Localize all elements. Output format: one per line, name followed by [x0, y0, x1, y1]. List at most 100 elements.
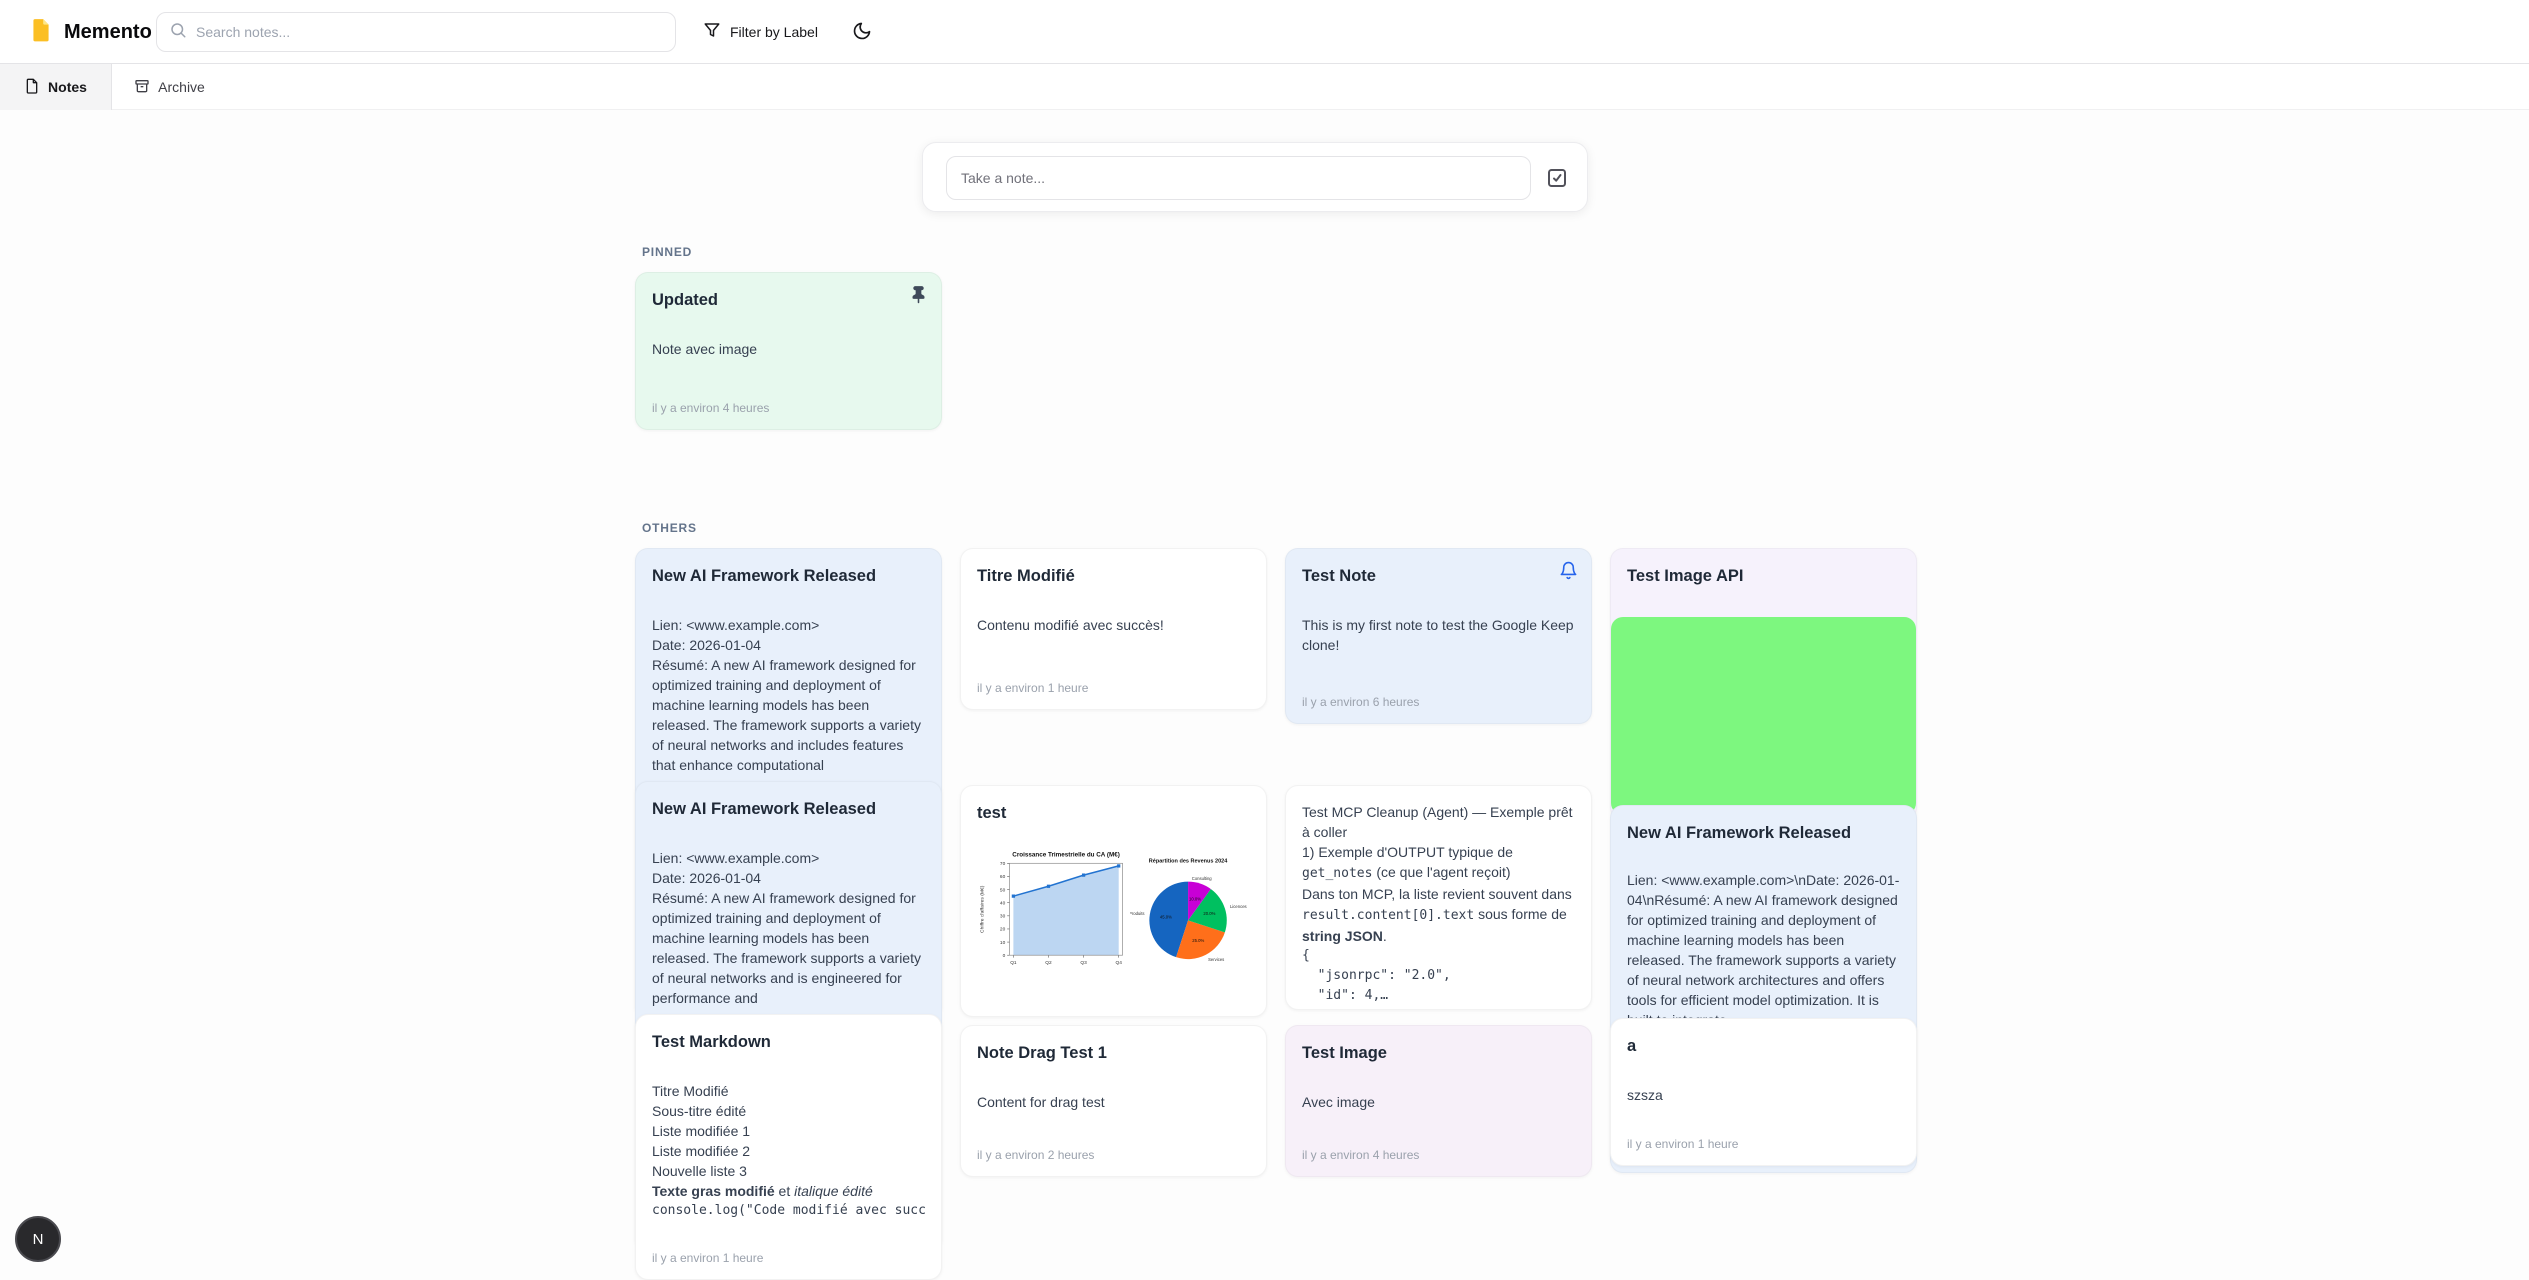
tab-archive-label: Archive — [158, 79, 205, 95]
svg-text:10.0%: 10.0% — [1189, 896, 1201, 901]
note-body: Lien: <www.example.com> Date: 2026-01-04… — [652, 848, 925, 1008]
line-chart-image: Croissance Trimestrielle du CA (M€) Chiff… — [977, 846, 1130, 984]
inline-code: result.content[0].text — [1302, 908, 1474, 923]
note-body: Content for drag test — [977, 1092, 1250, 1112]
new-checklist-button[interactable] — [1545, 166, 1569, 190]
body-text: sous forme de — [1474, 906, 1571, 922]
search-input[interactable]: Search notes... — [156, 12, 676, 52]
others-section-label: OTHERS — [642, 521, 697, 535]
pinned-section-label: PINNED — [642, 245, 692, 259]
note-title: Test Markdown — [652, 1031, 925, 1053]
note-body: szsza — [1627, 1085, 1900, 1105]
note-card-test-note[interactable]: Test Note This is my first note to test … — [1285, 548, 1592, 724]
note-title: New AI Framework Released — [1627, 822, 1900, 844]
note-card-note-drag-test[interactable]: Note Drag Test 1 Content for drag test i… — [960, 1025, 1267, 1177]
filter-by-label-text: Filter by Label — [730, 24, 818, 40]
svg-text:20.0%: 20.0% — [1204, 911, 1216, 916]
take-a-note-input[interactable]: Take a note... — [946, 156, 1531, 200]
inline-code: get_notes — [1302, 866, 1372, 881]
note-body: Titre Modifié Sous-titre édité Liste mod… — [652, 1081, 925, 1221]
body-text: . — [1383, 928, 1387, 944]
bold-text: Texte gras modifié — [652, 1183, 775, 1199]
archive-icon — [134, 78, 150, 97]
note-card-test-markdown[interactable]: Test Markdown Titre Modifié Sous-titre é… — [635, 1014, 942, 1280]
tab-notes-label: Notes — [48, 79, 87, 95]
app-title: Memento — [64, 21, 152, 44]
note-title: Test Note — [1302, 565, 1575, 587]
note-timestamp: il y a environ 1 heure — [1627, 1137, 1738, 1151]
tab-archive[interactable]: Archive — [112, 64, 227, 110]
note-timestamp: il y a environ 1 heure — [977, 681, 1088, 695]
note-title: Test Image — [1302, 1042, 1575, 1064]
file-icon — [24, 78, 40, 97]
take-a-note-placeholder: Take a note... — [961, 170, 1045, 186]
svg-text:Croissance Trimestrielle du CA: Croissance Trimestrielle du CA (M€) — [1012, 852, 1120, 859]
note-card-a[interactable]: a szsza il y a environ 1 heure — [1610, 1018, 1917, 1166]
note-card-titre-modifie[interactable]: Titre Modifié Contenu modifié avec succè… — [960, 548, 1267, 710]
note-timestamp: il y a environ 4 heures — [1302, 1148, 1419, 1162]
note-timestamp: il y a environ 4 heures — [652, 401, 769, 415]
note-body: Note avec image — [652, 339, 925, 359]
note-body: Lien: <www.example.com> Date: 2026-01-04… — [652, 615, 925, 775]
funnel-icon — [703, 21, 721, 44]
tab-bar: Notes Archive — [0, 64, 2529, 110]
tab-notes[interactable]: Notes — [0, 64, 112, 110]
svg-text:Q3: Q3 — [1080, 960, 1087, 966]
note-title: a — [1627, 1035, 1900, 1057]
note-title: New AI Framework Released — [652, 798, 925, 820]
svg-text:Licences: Licences — [1230, 904, 1247, 909]
svg-text:70: 70 — [1000, 861, 1006, 867]
note-card-test-charts[interactable]: test Croissance Trimestrielle du CA (M€)… — [960, 785, 1267, 1017]
svg-text:Q4: Q4 — [1116, 960, 1123, 966]
body-text: Titre Modifié Sous-titre édité Liste mod… — [652, 1083, 750, 1179]
note-body: This is my first note to test the Google… — [1302, 615, 1575, 655]
note-timestamp: il y a environ 6 heures — [1302, 695, 1419, 709]
note-composer: Take a note... — [922, 142, 1588, 212]
svg-text:Produits: Produits — [1130, 911, 1144, 916]
note-title: test — [977, 802, 1250, 824]
note-card-test-image-api[interactable]: Test Image API — [1610, 548, 1917, 820]
bell-icon — [1559, 561, 1579, 581]
svg-text:40: 40 — [1000, 900, 1006, 906]
note-timestamp: il y a environ 1 heure — [652, 1251, 763, 1265]
note-card-updated[interactable]: Updated Note avec image il y a environ 4… — [635, 272, 942, 430]
svg-text:Consulting: Consulting — [1192, 876, 1213, 881]
code-block: { "jsonrpc": "2.0", "id": 4,… — [1302, 946, 1575, 1006]
moon-icon — [852, 21, 872, 46]
search-icon — [169, 21, 187, 44]
filter-by-label-button[interactable]: Filter by Label — [693, 12, 828, 52]
svg-text:20: 20 — [1000, 927, 1006, 933]
theme-toggle-button[interactable] — [846, 17, 878, 49]
note-card-test-mcp-cleanup[interactable]: Test MCP Cleanup (Agent) — Exemple prêt … — [1285, 785, 1592, 1010]
svg-text:Chiffre d'affaires (M€): Chiffre d'affaires (M€) — [980, 885, 986, 933]
svg-text:25.0%: 25.0% — [1192, 938, 1204, 943]
svg-text:10: 10 — [1000, 940, 1006, 946]
svg-text:Services: Services — [1208, 957, 1224, 962]
note-body: Lien: <www.example.com>\nDate: 2026-01-0… — [1627, 870, 1900, 1030]
note-timestamp: il y a environ 2 heures — [977, 1148, 1094, 1162]
italic-text: italique édité — [794, 1183, 873, 1199]
app-header: Memento Search notes... Filter by Label — [0, 0, 2529, 64]
note-image-green — [1611, 617, 1916, 815]
pin-icon[interactable] — [909, 285, 929, 305]
svg-text:Q1: Q1 — [1010, 960, 1017, 966]
svg-text:50: 50 — [1000, 887, 1006, 893]
body-text: Test MCP Cleanup (Agent) — Exemple prêt … — [1302, 804, 1576, 860]
app-logo-document-icon — [28, 17, 54, 48]
note-card-test-image[interactable]: Test Image Avec image il y a environ 4 h… — [1285, 1025, 1592, 1177]
svg-text:0: 0 — [1003, 953, 1006, 959]
code-line: console.log("Code modifié avec succè — [652, 1201, 925, 1221]
svg-text:Répartition des Revenus 2024: Répartition des Revenus 2024 — [1149, 858, 1228, 864]
note-body: Test MCP Cleanup (Agent) — Exemple prêt … — [1302, 802, 1575, 1006]
user-avatar-button[interactable]: N — [15, 1216, 61, 1262]
checkbox-icon — [1545, 177, 1569, 194]
svg-text:30: 30 — [1000, 914, 1006, 920]
pie-chart-image: Répartition des Revenus 2024 45.0% Produit… — [1130, 848, 1250, 978]
note-title: Titre Modifié — [977, 565, 1250, 587]
body-text: et — [775, 1183, 794, 1199]
note-title: Updated — [652, 289, 925, 311]
note-title: Note Drag Test 1 — [977, 1042, 1250, 1064]
svg-text:60: 60 — [1000, 874, 1006, 880]
svg-text:45.0%: 45.0% — [1160, 914, 1172, 919]
note-title: Test Image API — [1627, 565, 1900, 587]
